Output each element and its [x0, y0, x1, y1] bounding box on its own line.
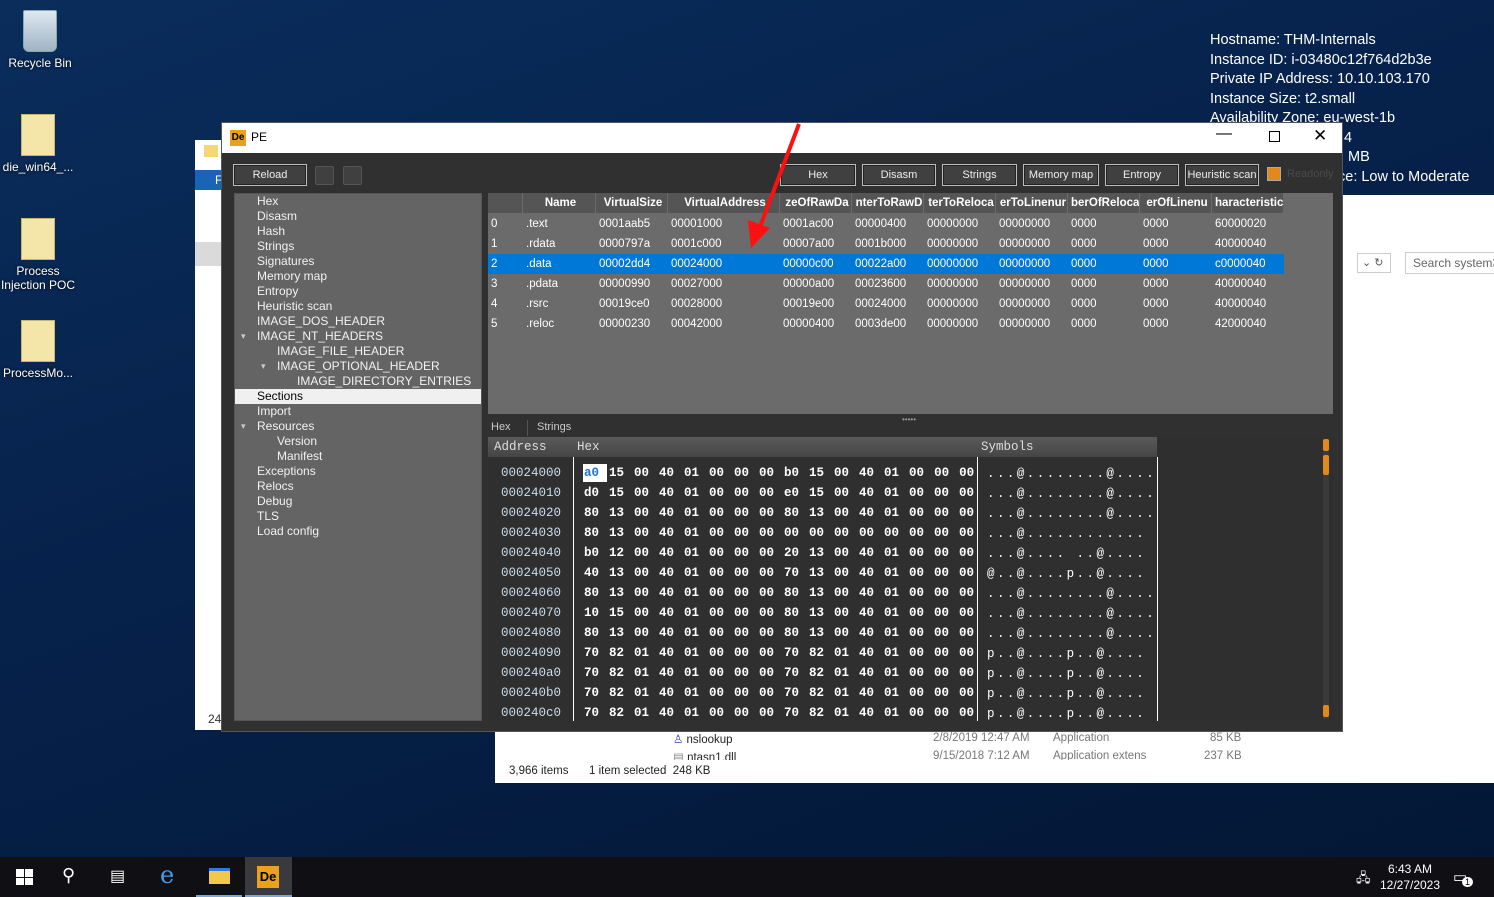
start-button[interactable] [16, 869, 33, 885]
notification-icon[interactable]: ▭ 1 [1453, 868, 1473, 887]
network-icon[interactable]: 🖧 [1356, 869, 1371, 891]
clock[interactable]: 6:43 AM 12/27/2023 [1376, 861, 1444, 893]
internet-explorer-icon[interactable]: e [160, 861, 174, 889]
task-view-icon[interactable]: ▤ [110, 866, 125, 886]
search-icon[interactable]: ⚲ [62, 865, 75, 886]
red-arrow-annotation [748, 123, 801, 248]
die-taskbar-icon[interactable]: De [245, 857, 292, 897]
file-explorer-icon[interactable] [196, 857, 242, 897]
taskbar: ⚲ ▤ e De 🖧 6:43 AM 12/27/2023 ▭ 1 [0, 857, 1494, 897]
